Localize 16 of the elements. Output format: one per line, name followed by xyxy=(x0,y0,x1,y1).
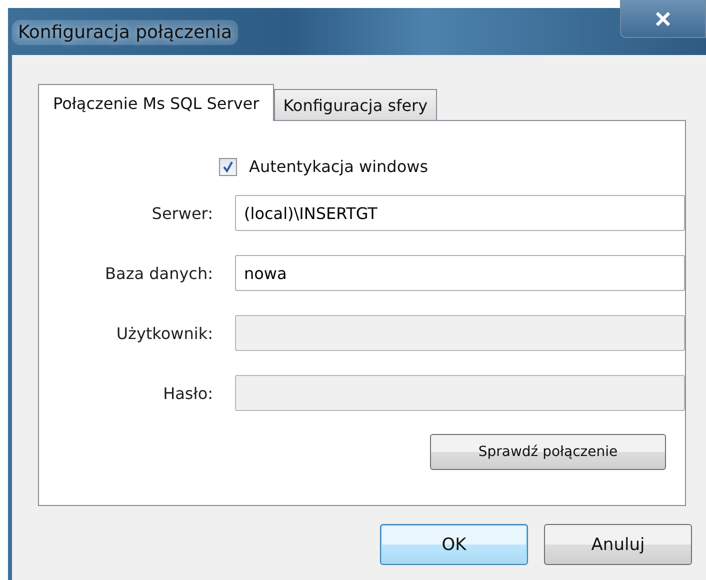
field-label: Baza danych: xyxy=(104,264,214,282)
dialog-button[interactable]: Anuluj xyxy=(544,524,692,565)
tab[interactable]: Połączenie Ms SQL Server xyxy=(38,84,274,121)
field-label: Hasło: xyxy=(162,384,214,402)
text-field[interactable]: nowa xyxy=(235,255,685,291)
text-field[interactable]: (local)\INSERTGT xyxy=(235,195,685,231)
checkmark-icon xyxy=(222,160,234,172)
field-label: Użytkownik: xyxy=(115,324,214,342)
dialog-button[interactable]: OK xyxy=(380,524,528,565)
checkbox-label[interactable]: Autentykacja windows xyxy=(249,157,428,176)
close-icon xyxy=(655,12,671,26)
field-label: Serwer: xyxy=(150,204,214,222)
tab[interactable]: Konfiguracja sfery xyxy=(274,89,437,120)
test-connection-button[interactable]: Sprawdź połączenie xyxy=(430,434,666,470)
close-button[interactable] xyxy=(620,0,706,38)
checkbox[interactable] xyxy=(219,158,237,176)
